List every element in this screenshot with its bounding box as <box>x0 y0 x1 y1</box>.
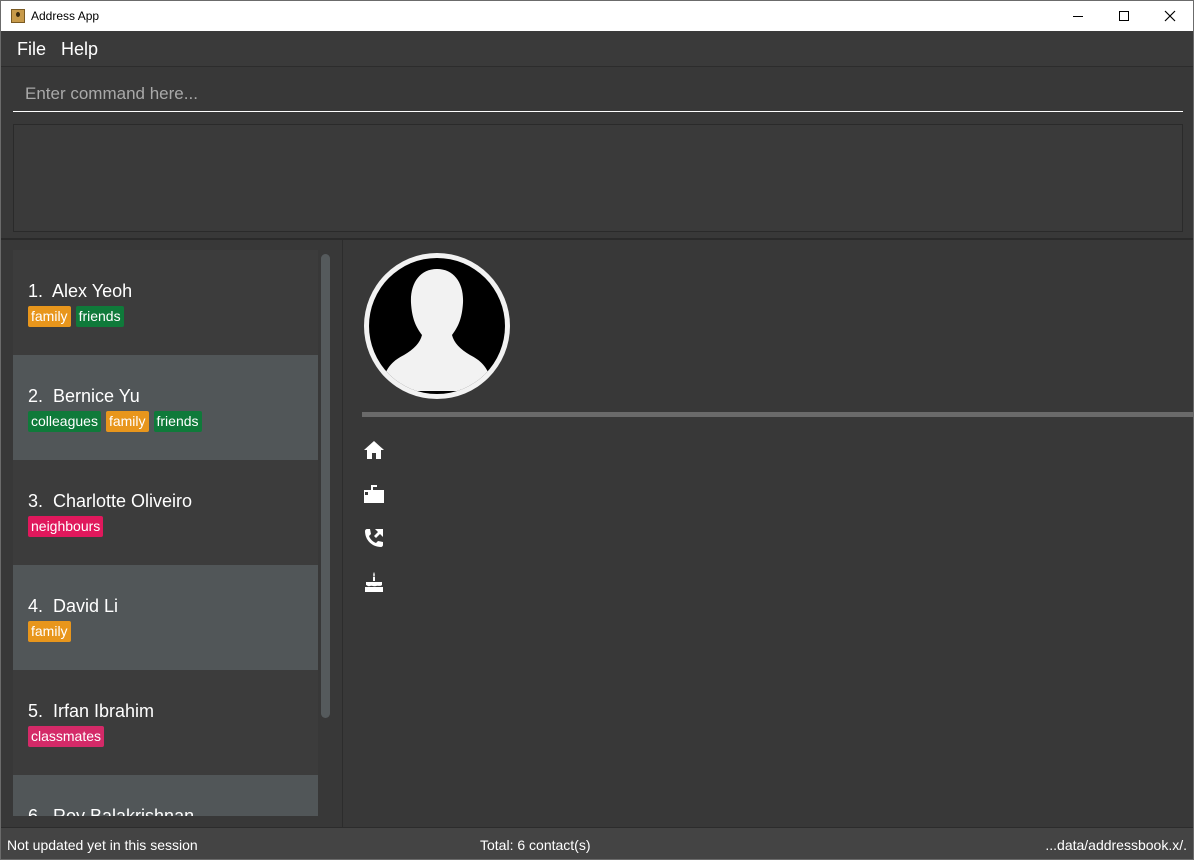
menu-file[interactable]: File <box>17 39 46 60</box>
close-icon <box>1164 10 1176 22</box>
person-card[interactable]: 6. Roy Balakrishnan <box>13 775 318 816</box>
person-name: 2. Bernice Yu <box>28 386 140 406</box>
horizontal-divider <box>1 238 1193 240</box>
result-display <box>13 124 1183 232</box>
tag-list: colleagues family friends <box>28 411 202 432</box>
person-name: 6. Roy Balakrishnan <box>28 806 195 816</box>
person-card[interactable]: 4. David Li family <box>13 565 318 670</box>
status-bar: Not updated yet in this session Total: 6… <box>1 827 1193 859</box>
tag-classmates: classmates <box>28 726 105 747</box>
title-bar: Address App <box>1 1 1193 31</box>
window-title: Address App <box>31 9 100 23</box>
tag-list: family <box>28 621 71 642</box>
tag-colleagues: colleagues <box>28 411 101 432</box>
tag-friends: friends <box>75 306 124 327</box>
detail-separator <box>362 412 1193 417</box>
app-window: Address App File Help 1. Alex Yeoh family… <box>0 0 1194 860</box>
minimize-button[interactable] <box>1055 1 1101 31</box>
briefcase-icon <box>364 485 384 503</box>
phone-icon <box>365 529 383 547</box>
person-name: 4. David Li <box>28 596 119 616</box>
person-card[interactable]: 5. Irfan Ibrahim classmates <box>13 670 318 775</box>
maximize-button[interactable] <box>1101 1 1147 31</box>
tag-list: family friends <box>28 306 124 327</box>
minimize-icon <box>1073 15 1083 17</box>
close-button[interactable] <box>1147 1 1193 31</box>
person-list[interactable]: 1. Alex Yeoh family friends 2. Bernice Yu co… <box>13 250 318 816</box>
tag-family: family <box>28 621 71 642</box>
menu-help[interactable]: Help <box>61 39 98 60</box>
tag-list: classmates <box>28 726 105 747</box>
contact-count: Total: 6 contact(s) <box>480 837 591 853</box>
avatar <box>362 251 512 401</box>
tag-neighbours: neighbours <box>28 516 104 537</box>
tag-list: neighbours <box>28 516 104 537</box>
address-book-icon <box>11 9 25 23</box>
person-card[interactable]: 2. Bernice Yu colleagues family friends <box>13 355 318 460</box>
home-icon <box>364 441 384 459</box>
cake-icon <box>365 572 383 592</box>
list-scrollbar[interactable] <box>321 254 330 718</box>
command-area <box>1 68 1193 118</box>
profile-placeholder-icon <box>364 253 510 399</box>
save-location: ...data/addressbook.x/. <box>1045 837 1187 853</box>
menu-bar: File Help <box>1 31 1193 67</box>
person-card[interactable]: 1. Alex Yeoh family friends <box>13 250 318 355</box>
maximize-icon <box>1119 11 1129 21</box>
person-name: 3. Charlotte Oliveiro <box>28 491 193 511</box>
person-name: 1. Alex Yeoh <box>28 281 133 301</box>
tag-friends: friends <box>153 411 202 432</box>
person-name: 5. Irfan Ibrahim <box>28 701 155 721</box>
vertical-divider <box>342 240 343 827</box>
command-input[interactable] <box>13 76 1183 112</box>
tag-family: family <box>28 306 71 327</box>
person-card[interactable]: 3. Charlotte Oliveiro neighbours <box>13 460 318 565</box>
tag-family: family <box>105 411 149 432</box>
sync-status: Not updated yet in this session <box>7 837 198 853</box>
